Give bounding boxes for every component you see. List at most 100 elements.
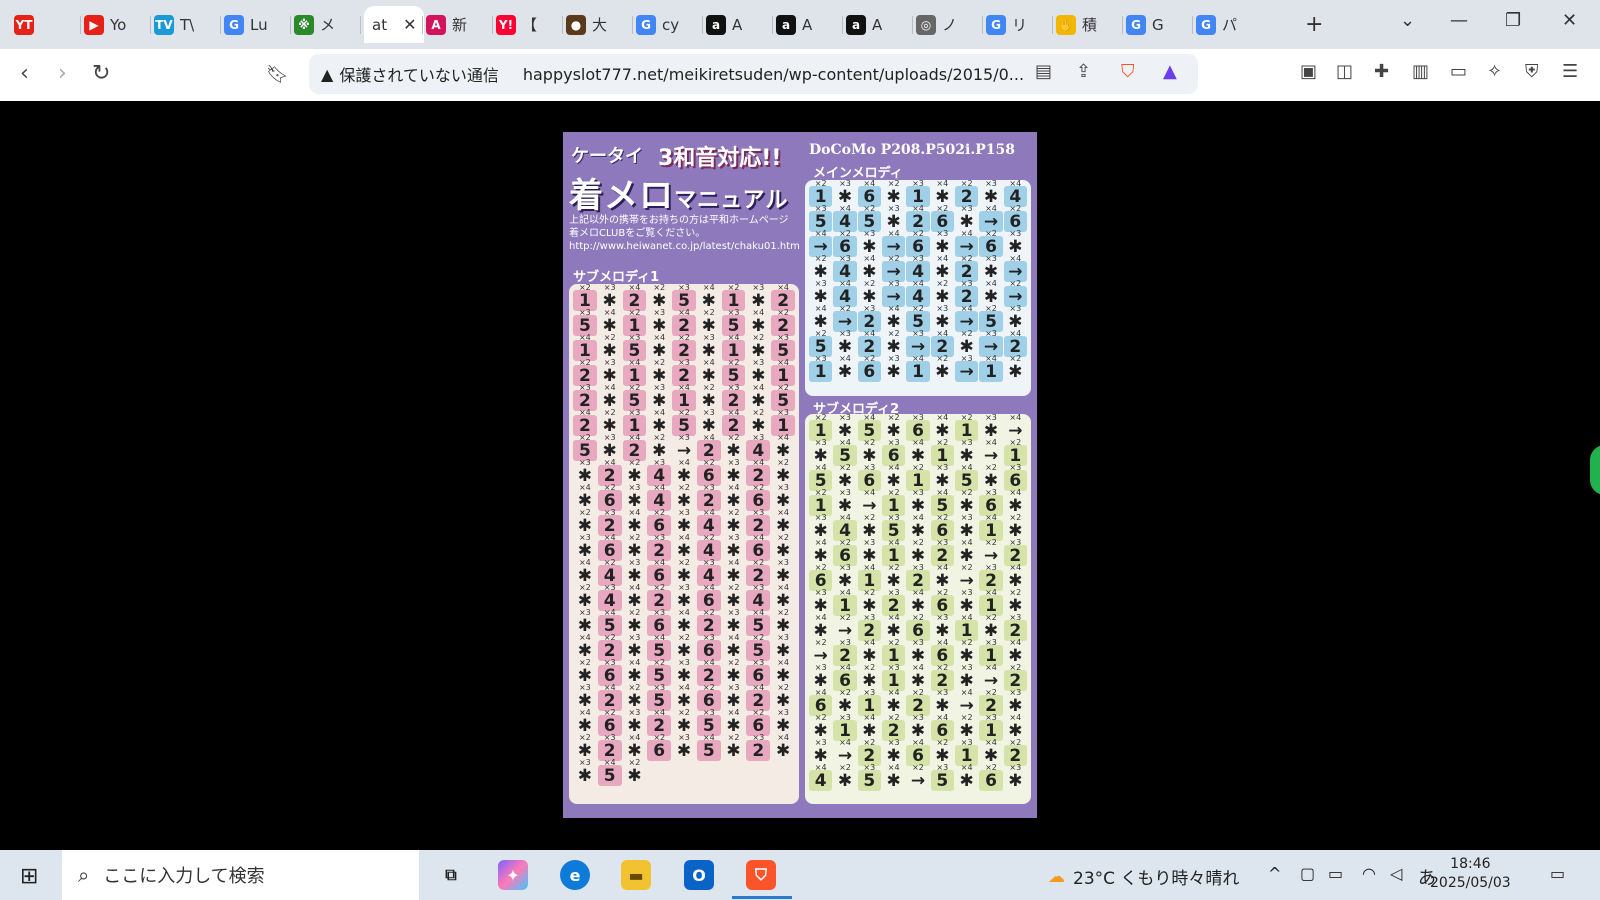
tab[interactable]: ● 大 — [566, 6, 607, 43]
copilot-icon[interactable]: ✦ — [498, 860, 528, 890]
brave-icon[interactable]: ⛉ — [746, 860, 776, 890]
volume-icon[interactable]: ◁ — [1390, 864, 1402, 883]
tab[interactable]: Gリ — [986, 6, 1027, 43]
address-bar[interactable]: ▲ 保護されていない通信 happyslot777.net/meikiretsu… — [309, 54, 1198, 94]
battery-icon[interactable]: ▭ — [1328, 864, 1343, 883]
note-duration: ×4 — [1009, 329, 1022, 338]
tab-label: ノ — [942, 16, 958, 34]
note-duration: ×2 — [653, 433, 666, 442]
brave-shields-icon[interactable]: ⛉ — [1121, 61, 1135, 82]
tab[interactable]: ▶ Yo — [84, 6, 126, 43]
back-icon[interactable]: ‹ — [20, 61, 29, 86]
note-duration: ×4 — [1009, 413, 1022, 422]
tab[interactable]: TV T\ — [154, 6, 194, 43]
extension-icon[interactable]: ▣ — [1300, 61, 1317, 82]
note-duration: ×3 — [578, 683, 591, 692]
tab[interactable]: aA — [776, 6, 812, 43]
tab[interactable]: YT — [14, 6, 40, 43]
melody-note — [771, 765, 795, 786]
tab-separator — [150, 16, 151, 34]
tab-label: A — [802, 15, 813, 34]
tab[interactable]: G Lu — [224, 6, 268, 43]
note-duration: ×2 — [628, 458, 641, 467]
security-indicator[interactable]: ▲ 保護されていない通信 — [321, 62, 499, 86]
note-duration: ×4 — [752, 308, 765, 317]
share-icon[interactable]: ⇪ — [1076, 61, 1091, 82]
tab-active[interactable]: at ✕ — [364, 6, 425, 43]
tab[interactable]: Y! 【 — [496, 6, 537, 43]
tab[interactable]: aA — [846, 6, 882, 43]
note-duration: ×4 — [839, 663, 851, 672]
note-duration: ×2 — [752, 333, 765, 342]
note-duration: ×4 — [1009, 563, 1022, 572]
edge-icon[interactable]: e — [560, 860, 590, 890]
menu-icon[interactable]: ☰ — [1562, 61, 1578, 82]
note-duration: ×4 — [887, 763, 900, 772]
tab-separator — [562, 16, 563, 34]
notification-icon[interactable]: ▭ — [1550, 864, 1565, 883]
note-duration: ×3 — [863, 538, 876, 547]
sub-melody-1-panel: 1 ×2 ✱ ×3 2 ×4 ✱ ×2 5 ×3 ✱ ×4 1 ×2 ✱ ×3 2 ×4 5 ×3 ✱ ×4 1 ×2 ✱ ×3 2… — [569, 283, 799, 804]
tab[interactable]: GG — [1126, 6, 1164, 43]
note-duration: ×4 — [727, 558, 740, 567]
tab-label: 大 — [592, 16, 608, 34]
file-explorer-icon[interactable]: ▬ — [621, 860, 651, 890]
note-duration: ×3 — [814, 438, 827, 447]
sidebar-icon[interactable]: ▥ — [1412, 61, 1429, 82]
note-duration: ×4 — [678, 683, 690, 692]
tab-search-icon[interactable]: ⌄ — [1400, 10, 1415, 31]
close-tab-icon[interactable]: ✕ — [403, 15, 416, 34]
restore-icon[interactable]: ❐ — [1505, 10, 1521, 31]
note-duration: ×3 — [887, 588, 900, 597]
note-duration: ×2 — [628, 308, 641, 317]
outlook-icon[interactable]: O — [684, 860, 714, 890]
note-duration: ×4 — [578, 333, 591, 342]
tab[interactable]: Gパ — [1196, 6, 1237, 43]
note-duration: ×4 — [628, 433, 641, 442]
side-widget[interactable] — [1590, 445, 1600, 495]
vpn-icon[interactable]: ⛨ — [1525, 61, 1539, 82]
tab[interactable]: ✋ 積 — [1056, 6, 1097, 43]
wallet-icon[interactable]: ▭ — [1450, 61, 1467, 82]
taskbar-search[interactable]: ⌕ ここに入力して検索 — [62, 850, 419, 900]
reader-mode-icon[interactable]: ▤ — [1035, 61, 1052, 82]
melody-note — [697, 765, 721, 786]
tray-overflow-icon[interactable]: ^ — [1268, 864, 1281, 883]
tab[interactable]: A新 — [426, 6, 467, 43]
note-duration: ×2 — [1009, 438, 1022, 447]
close-window-icon[interactable]: ✕ — [1562, 10, 1577, 31]
note-duration: ×3 — [912, 488, 924, 497]
note-duration: ×4 — [960, 763, 973, 772]
reload-icon[interactable]: ↻ — [92, 61, 110, 86]
meet-now-icon[interactable]: ▢ — [1300, 864, 1315, 883]
note-duration: ×2 — [727, 433, 740, 442]
windows-start-icon[interactable]: ⊞ — [20, 864, 38, 889]
note-duration: ×3 — [603, 283, 616, 292]
task-view-icon[interactable]: ⧉ — [436, 860, 466, 890]
note-duration: ×2 — [839, 613, 851, 622]
note-duration: ×4 — [1009, 179, 1022, 188]
note-duration: ×3 — [628, 408, 641, 417]
tab-label: G — [1152, 15, 1164, 34]
minimize-icon[interactable]: — — [1450, 10, 1468, 31]
note-duration: ×4 — [960, 463, 973, 472]
translate-icon[interactable]: ◫ — [1336, 61, 1353, 82]
note-duration: ×4 — [702, 658, 715, 667]
tab[interactable]: ◎ ノ — [916, 6, 957, 43]
weather-widget[interactable]: ☁ 23°C くもり時々晴れ — [1048, 864, 1239, 890]
forward-icon[interactable]: › — [58, 61, 67, 86]
clock[interactable]: 18:46 2025/05/03 — [1430, 855, 1511, 893]
url-text[interactable]: happyslot777.net/meikiretsuden/wp-conten… — [523, 65, 1024, 84]
wifi-icon[interactable]: ◠ — [1362, 864, 1376, 883]
tab[interactable]: aA — [706, 6, 742, 43]
bookmark-icon[interactable]: 🔖︎ — [266, 64, 289, 85]
brave-rewards-icon[interactable]: ▲ — [1163, 61, 1177, 82]
leo-ai-icon[interactable]: ✧ — [1487, 61, 1502, 82]
new-tab-button[interactable]: + — [1305, 12, 1323, 37]
note-duration: ×3 — [814, 513, 827, 522]
extensions-puzzle-icon[interactable]: ✚ — [1374, 61, 1389, 82]
note-duration: ×3 — [678, 583, 690, 592]
note-duration: ×3 — [863, 613, 876, 622]
tab[interactable]: ※ メ — [294, 6, 335, 43]
tab[interactable]: Gcy — [636, 6, 679, 43]
